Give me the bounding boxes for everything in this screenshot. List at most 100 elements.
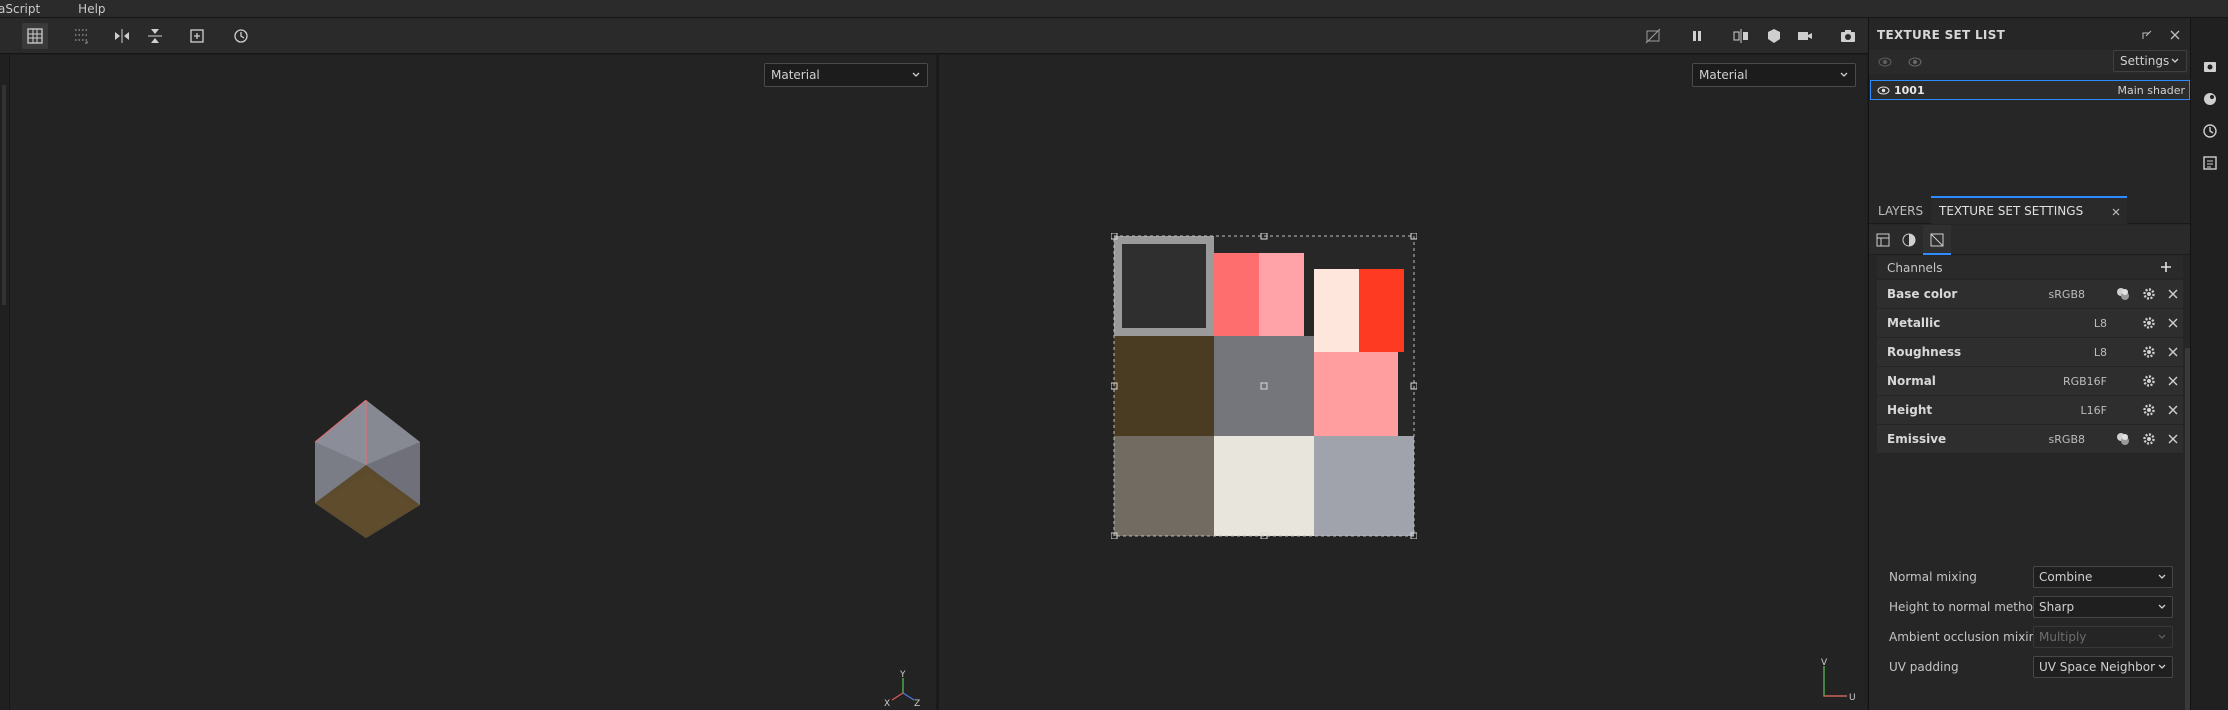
color-space-icon[interactable] — [2115, 286, 2131, 302]
tab-texture-set-settings[interactable]: TEXTURE SET SETTINGS — [1931, 196, 2127, 224]
settings-label: Settings — [2120, 54, 2170, 68]
remove-channel-icon[interactable] — [2165, 286, 2181, 302]
remove-channel-icon[interactable] — [2165, 402, 2181, 418]
cube-icon — [1768, 29, 1780, 43]
channel-settings-icon[interactable] — [2141, 344, 2157, 360]
property-dropdown[interactable]: Sharp — [2033, 596, 2173, 618]
channel-row[interactable]: Metallic L8 — [1877, 309, 2183, 338]
chevron-down-icon — [2171, 58, 2179, 63]
channel-name: Height — [1887, 403, 1933, 417]
channel-format[interactable]: L8 — [2094, 346, 2107, 359]
texture-set-settings-dropdown[interactable]: Settings — [2113, 50, 2187, 72]
channel-format[interactable]: sRGB8 — [2049, 433, 2085, 446]
channel-name: Normal — [1887, 374, 1936, 388]
channel-row[interactable]: Roughness L8 — [1877, 338, 2183, 367]
remove-channel-icon[interactable] — [2165, 344, 2181, 360]
dotted-grid-icon — [75, 29, 88, 44]
menu-item-help[interactable]: Help — [78, 2, 105, 16]
uv-island-orange-red — [1359, 269, 1404, 352]
channel-format[interactable]: L16F — [2081, 404, 2107, 417]
reset-view-button[interactable] — [228, 23, 254, 49]
left-scrollbar[interactable] — [2, 85, 6, 305]
camera-icon — [1841, 30, 1855, 42]
shader-settings-icon[interactable] — [2201, 90, 2219, 108]
chevron-down-icon — [912, 72, 920, 77]
texture-set-row[interactable]: 1001 Main shader — [1870, 80, 2190, 100]
texture-panel: TEXTURE SET LIST Settings 1001 Main shad… — [1868, 18, 2191, 710]
camera-settings-button[interactable] — [1792, 23, 1818, 49]
hide-camera-button[interactable] — [1640, 23, 1666, 49]
uv-settings-tab[interactable] — [1923, 225, 1951, 255]
visibility-eye-icon[interactable] — [1877, 85, 1890, 96]
property-value: Sharp — [2039, 600, 2075, 614]
add-channel-icon[interactable] — [2159, 260, 2173, 274]
menu-bar: aScript Help — [0, 0, 2228, 18]
channel-settings-icon[interactable] — [2141, 431, 2157, 447]
channel-row[interactable]: Base color sRGB8 — [1877, 280, 2183, 309]
channel-settings-icon[interactable] — [2141, 373, 2157, 389]
viewport-2d-mode-label: Material — [1699, 68, 1748, 82]
property-value: Multiply — [2039, 630, 2087, 644]
texture-set-name: 1001 — [1894, 83, 1925, 97]
channels-header: Channels — [1877, 256, 2183, 278]
history-icon — [234, 29, 248, 43]
symmetry-y-button[interactable] — [142, 23, 168, 49]
left-dock-strip — [0, 55, 10, 710]
property-label: Height to normal method — [1889, 600, 2041, 614]
pause-button[interactable] — [1684, 23, 1710, 49]
channel-name: Emissive — [1887, 432, 1947, 446]
close-icon[interactable] — [2168, 28, 2182, 42]
channel-format[interactable]: sRGB8 — [2049, 288, 2085, 301]
log-icon[interactable] — [2201, 154, 2219, 172]
toggle-2d-3d-button[interactable] — [22, 23, 48, 49]
chevron-down-icon — [2158, 634, 2166, 639]
viewport-2d[interactable]: Material V U — [939, 55, 1867, 710]
channel-format[interactable]: L8 — [2094, 317, 2107, 330]
remove-channel-icon[interactable] — [2165, 315, 2181, 331]
close-tab-icon[interactable] — [2111, 207, 2121, 217]
channel-settings-icon[interactable] — [2141, 286, 2157, 302]
menu-item-script[interactable]: aScript — [0, 2, 40, 16]
chevron-down-icon — [2158, 664, 2166, 669]
color-space-icon[interactable] — [2115, 431, 2131, 447]
viewport-3d[interactable]: Material Y X Z — [10, 55, 936, 710]
uv-island-cream — [1314, 269, 1359, 352]
panel-tabs: LAYERS TEXTURE SET SETTINGS — [1869, 196, 2191, 224]
channel-name: Base color — [1887, 287, 1958, 301]
chevron-down-icon — [1840, 72, 1848, 77]
remove-channel-icon[interactable] — [2165, 431, 2181, 447]
uv-island-red — [1214, 253, 1259, 336]
uv-layout[interactable] — [1111, 233, 1417, 539]
channel-row[interactable]: Height L16F — [1877, 396, 2183, 425]
channel-format[interactable]: RGB16F — [2063, 375, 2107, 388]
material-sphere-icon[interactable] — [1901, 232, 1917, 248]
viewport-2d-mode-dropdown[interactable]: Material — [1692, 63, 1856, 87]
eye-icon[interactable] — [1907, 55, 1923, 69]
mesh-cube[interactable] — [305, 390, 435, 540]
property-dropdown[interactable]: Combine — [2033, 566, 2173, 588]
texture-set-icon[interactable] — [1875, 232, 1891, 248]
texture-set-shader[interactable]: Main shader — [2118, 84, 2185, 97]
channel-row[interactable]: Emissive sRGB8 — [1877, 425, 2183, 454]
uv-grid-button[interactable] — [68, 23, 94, 49]
tab-layers[interactable]: LAYERS — [1878, 204, 1923, 218]
property-dropdown[interactable]: UV Space Neighbor — [2033, 656, 2173, 678]
channel-settings-icon[interactable] — [2141, 315, 2157, 331]
undock-icon[interactable] — [2140, 28, 2154, 42]
display-settings-icon[interactable] — [2201, 58, 2219, 76]
remove-channel-icon[interactable] — [2165, 373, 2181, 389]
screenshot-button[interactable] — [1835, 23, 1861, 49]
viewport-3d-mode-dropdown[interactable]: Material — [764, 63, 928, 87]
eye-hidden-icon[interactable] — [1877, 55, 1893, 69]
history-icon[interactable] — [2201, 122, 2219, 140]
compare-button[interactable] — [1728, 23, 1754, 49]
video-camera-icon — [1798, 32, 1812, 40]
display-3d-button[interactable] — [1761, 23, 1787, 49]
property-label: Ambient occlusion mixing — [1889, 630, 2044, 644]
uv-island-pink — [1259, 253, 1304, 336]
fit-to-view-button[interactable] — [184, 23, 210, 49]
channel-row[interactable]: Normal RGB16F — [1877, 367, 2183, 396]
compare-icon — [1733, 29, 1748, 43]
channel-settings-icon[interactable] — [2141, 402, 2157, 418]
symmetry-x-button[interactable] — [109, 23, 135, 49]
